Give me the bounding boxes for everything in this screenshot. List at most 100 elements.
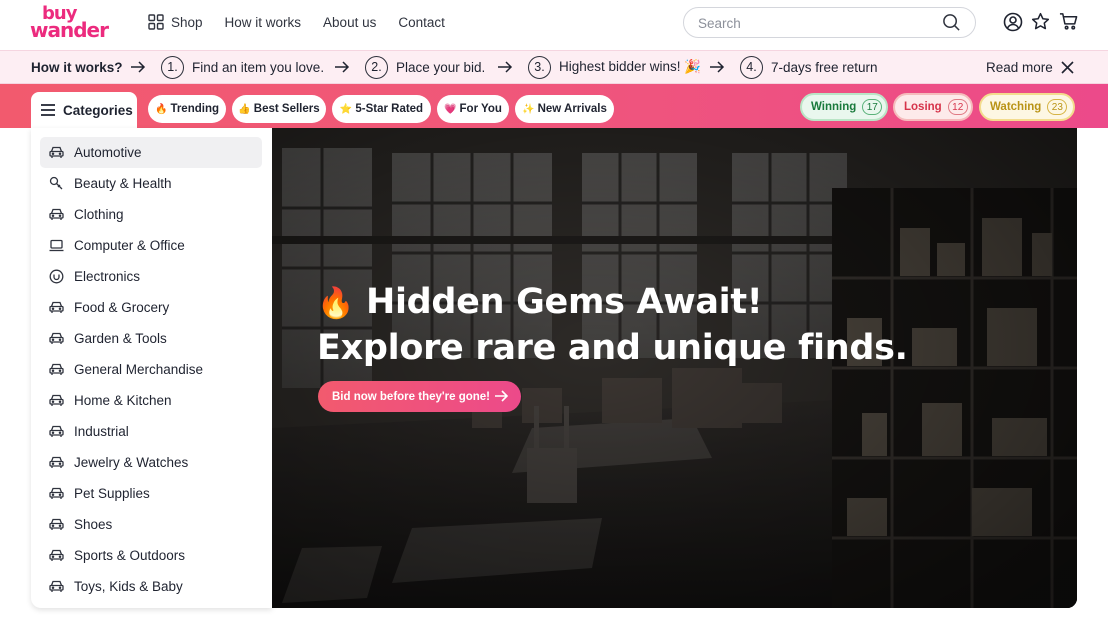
sidebar-item-general-merchandise[interactable]: General Merchandise bbox=[40, 354, 262, 385]
car-icon bbox=[49, 208, 64, 220]
status-winning[interactable]: Winning 17 bbox=[800, 93, 888, 121]
main-nav: Shop How it works About us Contact bbox=[148, 14, 467, 30]
status-winning-count: 17 bbox=[862, 99, 883, 115]
nav-how-label: How it works bbox=[224, 14, 302, 30]
fire-icon: 🔥 bbox=[154, 103, 168, 115]
car-icon bbox=[49, 332, 64, 344]
car-icon bbox=[49, 394, 64, 406]
chip-five-star-label: 5-Star Rated bbox=[355, 103, 424, 115]
nav-shop[interactable]: Shop bbox=[148, 14, 203, 30]
grid-icon bbox=[148, 14, 164, 30]
sidebar-item-pet-supplies[interactable]: Pet Supplies bbox=[40, 478, 262, 509]
cart-icon[interactable] bbox=[1059, 12, 1078, 31]
step-3-number: 3. bbox=[528, 55, 551, 79]
search-input[interactable] bbox=[698, 14, 928, 32]
car-icon bbox=[49, 518, 64, 530]
arrow-right-icon bbox=[710, 61, 725, 73]
user-icon[interactable] bbox=[1003, 12, 1023, 32]
step-1: 1. Find an item you love. bbox=[161, 55, 324, 79]
sidebar-item-clothing[interactable]: Clothing bbox=[40, 199, 262, 230]
hero-line-2: Explore rare and unique finds. bbox=[317, 328, 908, 368]
sidebar-label: Automotive bbox=[74, 145, 142, 160]
step-1-number: 1. bbox=[161, 55, 184, 79]
status-watching[interactable]: Watching 23 bbox=[979, 93, 1075, 121]
chip-new-arrivals-label: New Arrivals bbox=[537, 103, 607, 115]
sidebar-item-shoes[interactable]: Shoes bbox=[40, 509, 262, 540]
hero-title: 🔥 Hidden Gems Await! Explore rare and un… bbox=[317, 280, 908, 371]
sidebar-label: Beauty & Health bbox=[74, 176, 172, 191]
step-4-text: 7-days free return bbox=[771, 59, 878, 75]
nav-how-it-works[interactable]: How it works bbox=[225, 15, 302, 30]
sidebar-item-jewelry-watches[interactable]: Jewelry & Watches bbox=[40, 447, 262, 478]
sidebar-item-garden-tools[interactable]: Garden & Tools bbox=[40, 323, 262, 354]
sidebar-label: Pet Supplies bbox=[74, 486, 150, 501]
hero-line-1-text: Hidden Gems Await! bbox=[365, 282, 763, 322]
chip-five-star[interactable]: ⭐ 5-Star Rated bbox=[332, 95, 431, 123]
category-bar: Categories 🔥 Trending 👍 Best Sellers ⭐ 5… bbox=[0, 84, 1108, 128]
sidebar-label: Computer & Office bbox=[74, 238, 185, 253]
nav-contact-label: Contact bbox=[398, 14, 445, 30]
sidebar-item-food-grocery[interactable]: Food & Grocery bbox=[40, 292, 262, 323]
chip-trending[interactable]: 🔥 Trending bbox=[148, 95, 226, 123]
step-2: 2. Place your bid. bbox=[365, 55, 486, 79]
status-watching-count: 23 bbox=[1047, 99, 1068, 115]
bid-now-label: Bid now before they're gone! bbox=[332, 390, 490, 403]
sidebar-label: Garden & Tools bbox=[74, 331, 167, 346]
step-3-text: Highest bidder wins! 🎉 bbox=[559, 59, 702, 74]
car-icon bbox=[49, 580, 64, 592]
arrow-right-icon bbox=[335, 61, 350, 73]
logo-line-2: wander bbox=[30, 18, 109, 42]
sidebar-label: Home & Kitchen bbox=[74, 393, 172, 408]
bid-now-button[interactable]: Bid now before they're gone! bbox=[318, 381, 521, 412]
chip-for-you[interactable]: 💗 For You bbox=[437, 95, 509, 123]
sidebar-label: Clothing bbox=[74, 207, 124, 222]
step-4: 4. 7-days free return bbox=[740, 55, 878, 79]
hero-banner: 🔥 Hidden Gems Await! Explore rare and un… bbox=[272, 128, 1077, 608]
read-more-link[interactable]: Read more bbox=[986, 60, 1053, 75]
nav-contact[interactable]: Contact bbox=[398, 15, 445, 30]
sidebar-item-computer-office[interactable]: Computer & Office bbox=[40, 230, 262, 261]
status-winning-label: Winning bbox=[811, 101, 857, 113]
menu-icon bbox=[41, 104, 55, 116]
chip-new-arrivals[interactable]: ✨ New Arrivals bbox=[515, 95, 614, 123]
car-icon bbox=[49, 487, 64, 499]
brand-logo[interactable]: buy wander bbox=[30, 5, 109, 41]
sidebar-label: Jewelry & Watches bbox=[74, 455, 189, 470]
site-header: buy wander Shop How it works About us Co… bbox=[0, 0, 1108, 50]
star-icon[interactable] bbox=[1031, 12, 1050, 31]
heart-icon: 💗 bbox=[444, 103, 457, 115]
step-2-text: Place your bid. bbox=[396, 59, 486, 75]
nav-about[interactable]: About us bbox=[323, 15, 376, 30]
sidebar-item-beauty-health[interactable]: Beauty & Health bbox=[40, 168, 262, 199]
categories-label: Categories bbox=[63, 102, 133, 118]
chip-best-sellers[interactable]: 👍 Best Sellers bbox=[232, 95, 326, 123]
categories-button[interactable]: Categories bbox=[31, 92, 137, 128]
search-icon[interactable] bbox=[942, 13, 961, 32]
hero-line-1: 🔥 Hidden Gems Await! bbox=[317, 280, 908, 326]
sidebar-label: Industrial bbox=[74, 424, 129, 439]
status-losing[interactable]: Losing 12 bbox=[893, 93, 973, 121]
sidebar-label: Toys, Kids & Baby bbox=[74, 579, 183, 594]
sidebar-label: General Merchandise bbox=[74, 362, 204, 377]
car-icon bbox=[49, 146, 64, 158]
sidebar-item-industrial[interactable]: Industrial bbox=[40, 416, 262, 447]
car-icon bbox=[49, 363, 64, 375]
thumbs-up-icon: 👍 bbox=[238, 103, 251, 115]
sidebar-label: Sports & Outdoors bbox=[74, 548, 186, 563]
sidebar-item-automotive[interactable]: Automotive bbox=[40, 137, 262, 168]
sidebar-item-sports-outdoors[interactable]: Sports & Outdoors bbox=[40, 540, 262, 571]
sidebar-item-electronics[interactable]: Electronics bbox=[40, 261, 262, 292]
beauty-icon bbox=[49, 176, 63, 190]
sidebar-item-toys-kids-baby[interactable]: Toys, Kids & Baby bbox=[40, 571, 262, 602]
search-box bbox=[683, 7, 976, 38]
car-icon bbox=[49, 456, 64, 468]
sidebar-item-home-kitchen[interactable]: Home & Kitchen bbox=[40, 385, 262, 416]
step-3: 3. Highest bidder wins! 🎉 bbox=[528, 55, 702, 79]
car-icon bbox=[49, 549, 64, 561]
how-title: How it works? bbox=[31, 60, 123, 75]
status-watching-label: Watching bbox=[990, 101, 1042, 113]
car-icon bbox=[49, 425, 64, 437]
close-icon[interactable] bbox=[1061, 61, 1074, 74]
sidebar-label: Shoes bbox=[74, 517, 113, 532]
status-losing-count: 12 bbox=[947, 99, 968, 115]
